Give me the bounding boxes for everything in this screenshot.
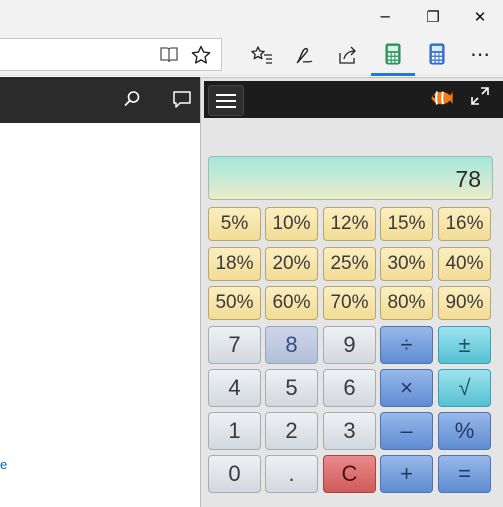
address-bar[interactable]	[0, 38, 222, 71]
percent-button-10[interactable]: 10%	[265, 207, 318, 241]
more-icon[interactable]: ⋯	[465, 39, 495, 69]
key-2[interactable]: 2	[265, 412, 318, 450]
decimal-point-button[interactable]: .	[265, 455, 318, 493]
restore-icon[interactable]: ❐	[410, 0, 456, 33]
minus-button[interactable]: –	[380, 412, 433, 450]
percent-button-60[interactable]: 60%	[265, 286, 318, 320]
percent-button-15[interactable]: 15%	[380, 207, 433, 241]
percent-button-30[interactable]: 30%	[380, 247, 433, 281]
percent-button-25[interactable]: 25%	[323, 247, 376, 281]
percent-button-40[interactable]: 40%	[438, 247, 491, 281]
percent-button-50[interactable]: 50%	[208, 286, 261, 320]
percent-key-button[interactable]: %	[438, 412, 491, 450]
favorites-hub-icon[interactable]	[247, 40, 277, 70]
key-6[interactable]: 6	[323, 369, 376, 407]
key-1[interactable]: 1	[208, 412, 261, 450]
web-note-icon[interactable]	[290, 40, 320, 70]
search-icon[interactable]	[122, 89, 142, 114]
square-root-button[interactable]: √	[438, 369, 491, 407]
window-titlebar: ─ ❐ ✕	[0, 0, 503, 33]
key-9[interactable]: 9	[323, 326, 376, 364]
comment-icon[interactable]	[172, 90, 192, 114]
close-icon[interactable]: ✕	[457, 0, 503, 33]
popup-header	[204, 81, 503, 118]
equals-button[interactable]: =	[438, 455, 491, 493]
calculator-icon[interactable]	[422, 39, 452, 69]
percent-button-12[interactable]: 12%	[323, 207, 376, 241]
key-5[interactable]: 5	[265, 369, 318, 407]
percent-button-5[interactable]: 5%	[208, 207, 261, 241]
clear-button[interactable]: C	[323, 455, 376, 493]
page-link[interactable]: e	[0, 457, 7, 472]
plus-button[interactable]: +	[380, 455, 433, 493]
key-8[interactable]: 8	[265, 326, 318, 364]
percent-button-18[interactable]: 18%	[208, 247, 261, 281]
key-7[interactable]: 7	[208, 326, 261, 364]
percent-button-70[interactable]: 70%	[323, 286, 376, 320]
percent-button-80[interactable]: 80%	[380, 286, 433, 320]
key-4[interactable]: 4	[208, 369, 261, 407]
key-3[interactable]: 3	[323, 412, 376, 450]
web-page: e	[0, 77, 200, 507]
clownfish-icon[interactable]	[428, 87, 454, 114]
hamburger-menu-button[interactable]	[208, 85, 244, 116]
calculator-display: 78	[208, 156, 493, 200]
share-icon[interactable]	[333, 40, 363, 70]
favorite-star-icon[interactable]	[186, 40, 216, 70]
key-0[interactable]: 0	[208, 455, 261, 493]
plus-minus-button[interactable]: ±	[438, 326, 491, 364]
percent-button-90[interactable]: 90%	[438, 286, 491, 320]
expand-icon[interactable]	[470, 86, 490, 111]
divide-button[interactable]: ÷	[380, 326, 433, 364]
percentage-calculator-icon[interactable]	[378, 39, 408, 69]
multiply-button[interactable]: ×	[380, 369, 433, 407]
reading-view-icon[interactable]	[154, 40, 184, 70]
page-header	[0, 77, 200, 123]
percent-button-20[interactable]: 20%	[265, 247, 318, 281]
minimize-icon[interactable]: ─	[362, 0, 408, 33]
browser-toolbar: ⋯	[0, 33, 503, 76]
active-extension-indicator	[371, 73, 415, 76]
percent-button-16[interactable]: 16%	[438, 207, 491, 241]
